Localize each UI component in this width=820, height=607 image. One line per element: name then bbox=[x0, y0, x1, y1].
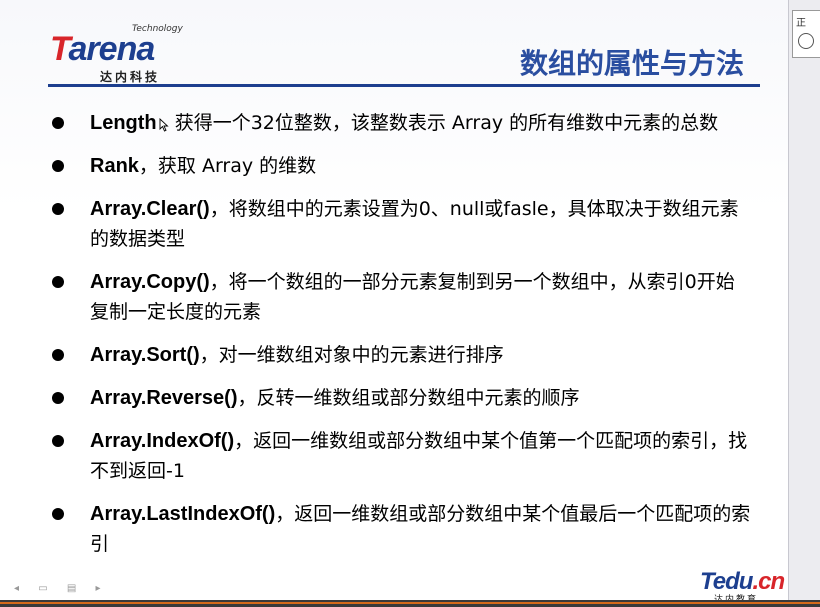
bullet-term: Array.Clear() bbox=[90, 198, 210, 220]
bullet-term: Array.Copy() bbox=[90, 271, 210, 293]
footer-logo-domain: .cn bbox=[752, 568, 785, 595]
bullet-dot-icon bbox=[52, 508, 64, 520]
tarena-logo: Technology Tarena 达内科技 bbox=[50, 24, 200, 84]
side-widget-label: 正 bbox=[796, 18, 806, 29]
mouse-pointer-icon bbox=[159, 118, 169, 132]
bullet-item: Length 获得一个32位整数，该整数表示 Array 的所有维数中元素的总数 bbox=[52, 108, 752, 138]
progress-line bbox=[0, 602, 820, 604]
record-icon[interactable] bbox=[798, 33, 814, 49]
bullet-item: Array.Clear()，将数组中的元素设置为0、null或fasle，具体取… bbox=[52, 194, 752, 254]
bullet-description: ，反转一维数组或部分数组中元素的顺序 bbox=[237, 387, 580, 409]
slide: Technology Tarena 达内科技 数组的属性与方法 Length 获… bbox=[0, 0, 789, 605]
bullet-item: Array.Copy()，将一个数组的一部分元素复制到另一个数组中，从索引0开始… bbox=[52, 267, 752, 327]
bullet-description: 获得一个32位整数，该整数表示 Array 的所有维数中元素的总数 bbox=[174, 112, 719, 134]
title-divider bbox=[48, 84, 760, 87]
bullet-item: Array.IndexOf()，返回一维数组或部分数组中某个值第一个匹配项的索引… bbox=[52, 426, 752, 486]
bullet-item: Array.Sort()，对一维数组对象中的元素进行排序 bbox=[52, 340, 752, 370]
bullet-term: Length bbox=[90, 112, 157, 134]
side-widget[interactable]: 正 bbox=[792, 10, 820, 58]
bullet-term: Array.LastIndexOf() bbox=[90, 503, 276, 525]
bullet-item: Array.LastIndexOf()，返回一维数组或部分数组中某个值最后一个匹… bbox=[52, 499, 752, 559]
bullet-dot-icon bbox=[52, 117, 64, 129]
bullet-dot-icon bbox=[52, 435, 64, 447]
bullet-item: Array.Reverse()，反转一维数组或部分数组中元素的顺序 bbox=[52, 383, 752, 413]
bullet-term: Array.IndexOf() bbox=[90, 430, 235, 452]
bullet-dot-icon bbox=[52, 276, 64, 288]
slide-nav-icons[interactable]: ◂ ▭ ▤ ▸ bbox=[14, 583, 108, 594]
bullet-description: ，获取 Array 的维数 bbox=[138, 155, 317, 177]
slide-title: 数组的属性与方法 bbox=[519, 47, 744, 80]
bullet-term: Array.Sort() bbox=[90, 344, 200, 366]
bullet-term: Rank bbox=[90, 155, 139, 177]
bullet-dot-icon bbox=[52, 349, 64, 361]
side-panel bbox=[789, 0, 820, 600]
bullet-item: Rank，获取 Array 的维数 bbox=[52, 151, 752, 181]
bottom-bar bbox=[0, 600, 820, 607]
logo-wordmark: Tarena bbox=[50, 30, 156, 69]
logo-letter-t: T bbox=[50, 30, 69, 68]
bullet-term: Array.Reverse() bbox=[90, 387, 238, 409]
logo-letters: arena bbox=[68, 30, 156, 68]
bullet-dot-icon bbox=[52, 203, 64, 215]
bullet-dot-icon bbox=[52, 392, 64, 404]
footer-logo-main: Tedu bbox=[700, 568, 753, 595]
bullet-dot-icon bbox=[52, 160, 64, 172]
bullet-list: Length 获得一个32位整数，该整数表示 Array 的所有维数中元素的总数… bbox=[52, 108, 752, 572]
logo-chinese-name: 达内科技 bbox=[100, 70, 161, 84]
bullet-description: ，对一维数组对象中的元素进行排序 bbox=[199, 344, 504, 366]
